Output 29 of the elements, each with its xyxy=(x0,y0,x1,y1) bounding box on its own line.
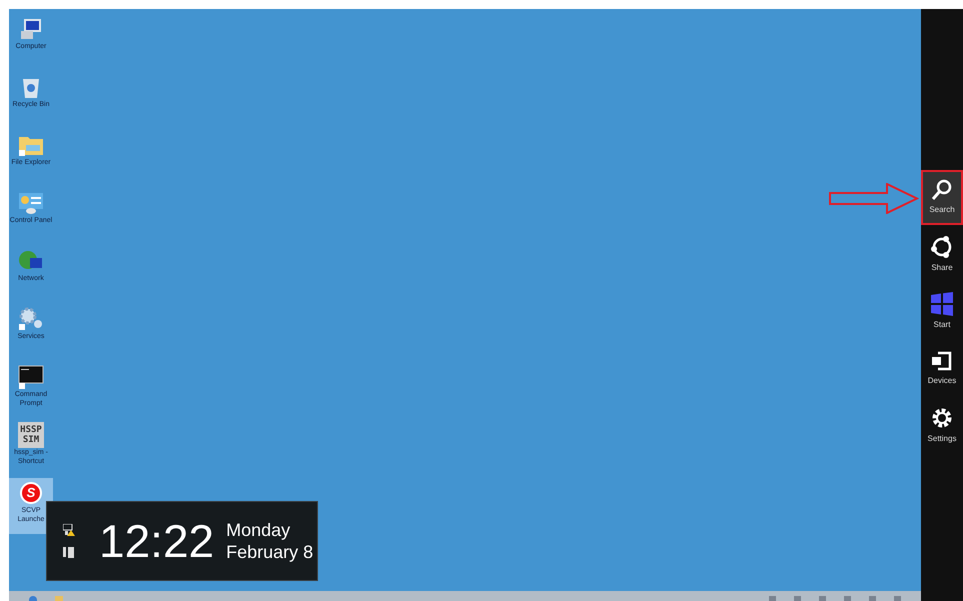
settings-icon xyxy=(930,406,954,430)
gears-icon xyxy=(18,307,44,331)
devices-icon xyxy=(930,350,954,372)
tray-icon[interactable] xyxy=(794,596,801,601)
share-icon xyxy=(930,235,954,259)
tray-icon[interactable] xyxy=(894,596,901,601)
network-warning-icon xyxy=(63,524,75,536)
browser-icon[interactable] xyxy=(29,596,37,601)
power-icon xyxy=(63,546,75,558)
clock-date: February 8 xyxy=(226,541,314,563)
shortcut-icon: HSSP SIM xyxy=(18,422,44,448)
tray-icon[interactable] xyxy=(844,596,851,601)
control-panel-icon xyxy=(18,191,44,215)
tray-icon[interactable] xyxy=(819,596,826,601)
console-icon xyxy=(18,365,44,389)
tray-icon[interactable] xyxy=(769,596,776,601)
folder-icon[interactable] xyxy=(55,596,63,601)
logo-icon: S xyxy=(20,482,42,504)
charm-button[interactable]: Share xyxy=(921,227,963,282)
charm-button[interactable]: Search xyxy=(921,170,963,225)
charm-button[interactable]: Start xyxy=(921,284,963,339)
tray-icon[interactable] xyxy=(869,596,876,601)
clock-day: Monday xyxy=(226,519,314,541)
search-icon xyxy=(931,179,953,201)
charm-button[interactable]: Devices xyxy=(921,341,963,396)
charm-button[interactable]: Settings xyxy=(921,398,963,453)
windows-icon xyxy=(930,292,954,316)
clock-time: 12:22 xyxy=(99,518,214,564)
computer-icon xyxy=(19,17,43,41)
